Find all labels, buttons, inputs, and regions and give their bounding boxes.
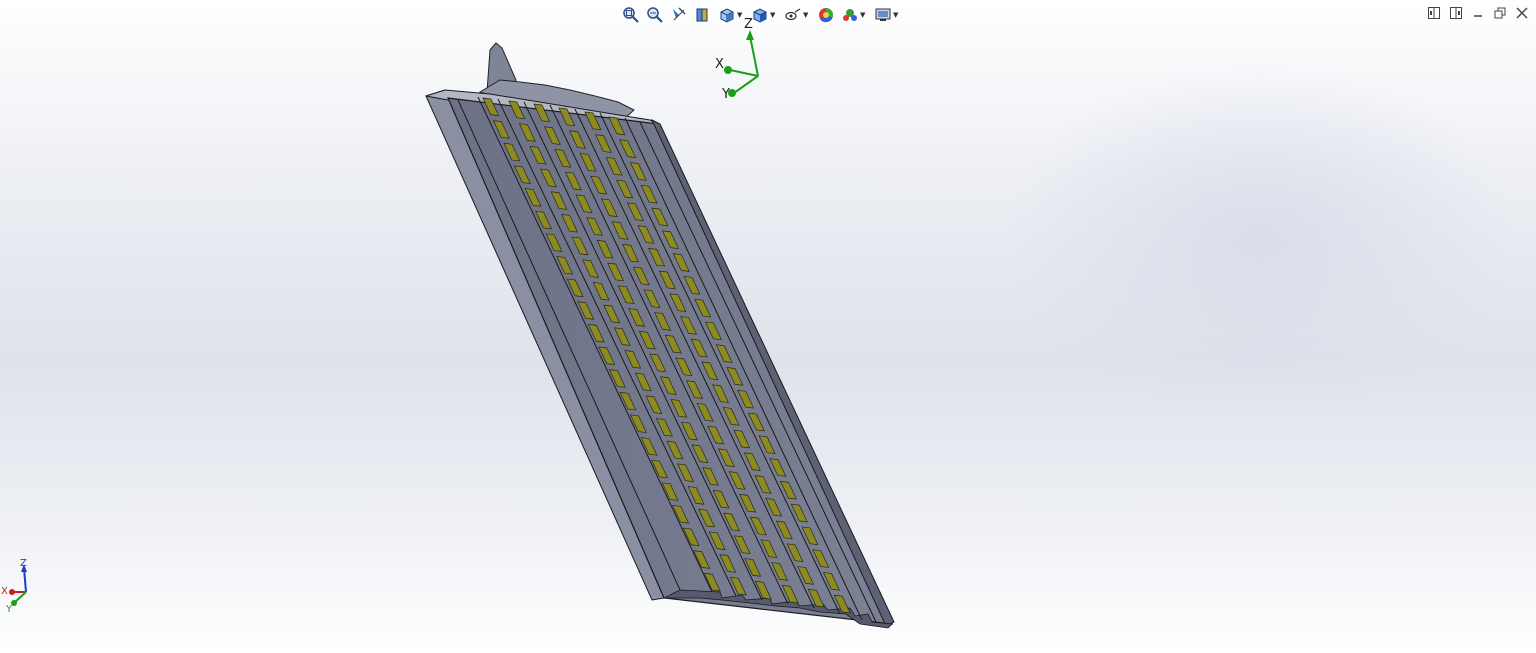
ref-triad-x-label: X (1, 586, 8, 597)
connector-part[interactable] (425, 42, 895, 629)
triad-y-label: Y (721, 87, 730, 102)
reference-triad: Z X Y (1, 558, 27, 615)
ref-triad-y-label: Y (5, 604, 13, 615)
triad-z-label: Z (744, 17, 753, 32)
graphics-viewport[interactable]: ▼ ▼ ▼ ▼ ▼ Z X Y Z X Y (0, 0, 1536, 653)
model-canvas: Z X Y Z X Y (1, 17, 895, 629)
ref-triad-z-label: Z (20, 558, 27, 569)
triad-x-label: X (715, 57, 724, 72)
view-triad: Z X Y (715, 17, 759, 102)
